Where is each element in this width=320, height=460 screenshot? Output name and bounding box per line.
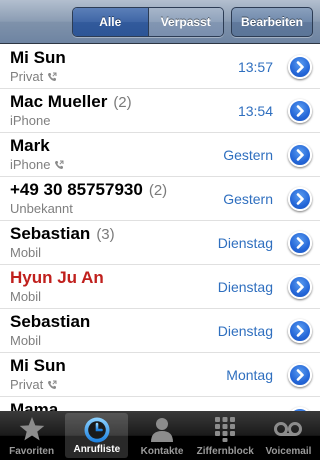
call-type: iPhone bbox=[10, 157, 51, 172]
call-time: Dienstag bbox=[217, 323, 273, 339]
call-count: (2) bbox=[148, 182, 168, 199]
caller-name: Sebastian bbox=[10, 224, 91, 243]
call-row[interactable]: Mi Sun Privat 13:57 bbox=[0, 45, 320, 89]
call-time: 13:54 bbox=[237, 103, 273, 119]
clock-icon bbox=[82, 415, 112, 450]
person-icon bbox=[148, 415, 176, 448]
call-row[interactable]: Sebastian Mobil Dienstag bbox=[0, 309, 320, 353]
call-time: Montag bbox=[226, 367, 273, 383]
keypad-icon bbox=[211, 415, 239, 448]
tab-recents[interactable]: Anrufliste bbox=[65, 413, 129, 458]
chevron-right-icon bbox=[296, 105, 304, 117]
chevron-right-icon bbox=[296, 193, 304, 205]
call-type: Mobil bbox=[10, 333, 42, 348]
recent-calls-list[interactable]: Mi Sun Privat 13:57 Mac Mueller (2) iPhon… bbox=[0, 45, 320, 411]
tab-favorites[interactable]: Favoriten bbox=[0, 411, 63, 460]
detail-disclosure-button[interactable] bbox=[288, 363, 312, 387]
call-row[interactable]: Mama bbox=[0, 397, 320, 411]
chevron-right-icon bbox=[296, 325, 304, 337]
voicemail-icon bbox=[273, 415, 303, 448]
call-row-missed[interactable]: Hyun Ju An Mobil Dienstag bbox=[0, 265, 320, 309]
caller-name: Mi Sun bbox=[10, 356, 66, 375]
call-row[interactable]: Sebastian (3) Mobil Dienstag bbox=[0, 221, 320, 265]
call-type: Mobil bbox=[10, 289, 42, 304]
call-time: Gestern bbox=[223, 147, 273, 163]
call-count: (2) bbox=[113, 94, 132, 111]
detail-disclosure-button[interactable] bbox=[288, 275, 312, 299]
navigation-bar: Alle Verpasst Bearbeiten bbox=[0, 0, 320, 44]
tab-voicemail[interactable]: Voicemail bbox=[257, 411, 320, 460]
tab-bar: Favoriten Anrufliste Kontakte Ziffernblo… bbox=[0, 411, 320, 460]
outgoing-phone-icon bbox=[54, 160, 64, 170]
caller-name: Mama bbox=[10, 400, 59, 411]
detail-disclosure-button[interactable] bbox=[288, 99, 312, 123]
chevron-right-icon bbox=[296, 149, 304, 161]
call-time: Dienstag bbox=[217, 279, 273, 295]
call-time: 13:57 bbox=[237, 59, 273, 75]
caller-name: Mark bbox=[10, 136, 50, 155]
call-time: Dienstag bbox=[217, 235, 273, 251]
call-filter-segmented-control: Alle Verpasst bbox=[72, 7, 224, 37]
caller-name: Mi Sun bbox=[10, 48, 66, 67]
call-row[interactable]: Mark iPhone Gestern bbox=[0, 133, 320, 177]
detail-disclosure-button[interactable] bbox=[288, 231, 312, 255]
caller-name: +49 30 85757930 bbox=[10, 180, 143, 199]
call-row[interactable]: Mac Mueller (2) iPhone 13:54 bbox=[0, 89, 320, 133]
chevron-right-icon bbox=[296, 237, 304, 249]
tab-keypad[interactable]: Ziffernblock bbox=[194, 411, 257, 460]
chevron-right-icon bbox=[296, 369, 304, 381]
caller-name: Sebastian bbox=[10, 312, 91, 331]
segment-missed[interactable]: Verpasst bbox=[147, 8, 223, 36]
caller-name: Mac Mueller bbox=[10, 92, 108, 111]
tab-contacts[interactable]: Kontakte bbox=[130, 411, 193, 460]
star-icon bbox=[18, 415, 46, 448]
call-row[interactable]: +49 30 85757930 (2) Unbekannt Gestern bbox=[0, 177, 320, 221]
call-type: iPhone bbox=[10, 113, 51, 128]
call-type: Mobil bbox=[10, 245, 42, 260]
outgoing-phone-icon bbox=[47, 380, 57, 390]
detail-disclosure-button[interactable] bbox=[288, 143, 312, 167]
chevron-right-icon bbox=[296, 281, 304, 293]
call-time: Gestern bbox=[223, 191, 273, 207]
call-type: Privat bbox=[10, 377, 44, 392]
segment-all[interactable]: Alle bbox=[73, 8, 148, 36]
detail-disclosure-button[interactable] bbox=[288, 319, 312, 343]
chevron-right-icon bbox=[296, 61, 304, 73]
detail-disclosure-button[interactable] bbox=[288, 55, 312, 79]
detail-disclosure-button[interactable] bbox=[288, 187, 312, 211]
call-row[interactable]: Mi Sun Privat Montag bbox=[0, 353, 320, 397]
caller-name: Hyun Ju An bbox=[10, 268, 104, 287]
edit-button[interactable]: Bearbeiten bbox=[231, 7, 313, 37]
outgoing-phone-icon bbox=[47, 72, 57, 82]
call-count: (3) bbox=[96, 226, 115, 243]
call-type: Unbekannt bbox=[10, 201, 73, 216]
call-type: Privat bbox=[10, 69, 44, 84]
